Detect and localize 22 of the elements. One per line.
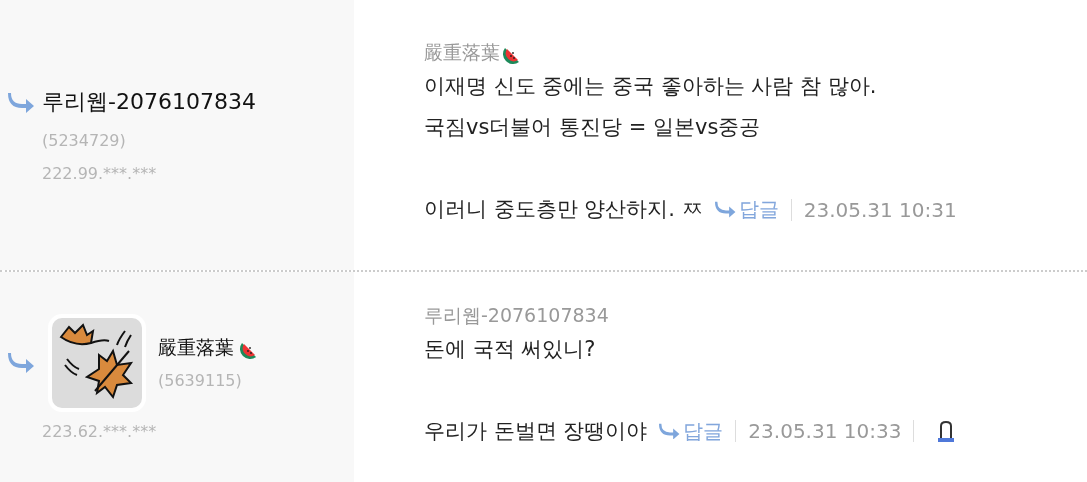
reply-link[interactable]: 답글 bbox=[659, 417, 724, 445]
comment-text: 이러니 중도층만 양산하지. ㅉ bbox=[424, 196, 703, 223]
reply-arrow-icon bbox=[659, 422, 682, 440]
user-id: (5639115) bbox=[158, 371, 243, 390]
arch-icon[interactable] bbox=[936, 420, 957, 442]
reply-arrow-icon bbox=[8, 352, 36, 373]
comment-text: 우리가 돈벌면 장땡이야 bbox=[424, 417, 648, 445]
ip-address: 223.62.***.*** bbox=[42, 421, 158, 441]
mentioned-user[interactable]: 嚴重落葉 bbox=[424, 40, 500, 66]
reply-arrow-icon bbox=[8, 91, 36, 113]
user-id: (5234729) bbox=[42, 131, 127, 150]
ip-address: 222.99.***.*** bbox=[42, 164, 158, 183]
comment-text: 돈에 국적 써있니? bbox=[424, 335, 597, 363]
comment-text: 국짐vs더불어 통진당 = 일본vs중공 bbox=[424, 114, 762, 141]
comment-date: 23.05.31 10:33 bbox=[748, 419, 902, 443]
reply-link[interactable]: 답글 bbox=[714, 196, 779, 223]
user-name[interactable]: 루리웹-2076107834 bbox=[42, 87, 256, 117]
user-name[interactable]: 嚴重落葉 bbox=[158, 335, 234, 361]
mentioned-user[interactable]: 루리웹-2076107834 bbox=[424, 302, 609, 329]
comment-date: 23.05.31 10:31 bbox=[803, 197, 957, 222]
reply-arrow-icon bbox=[714, 201, 737, 218]
comment-text: 이재명 신도 중에는 중국 좋아하는 사람 참 많아. bbox=[424, 73, 878, 100]
